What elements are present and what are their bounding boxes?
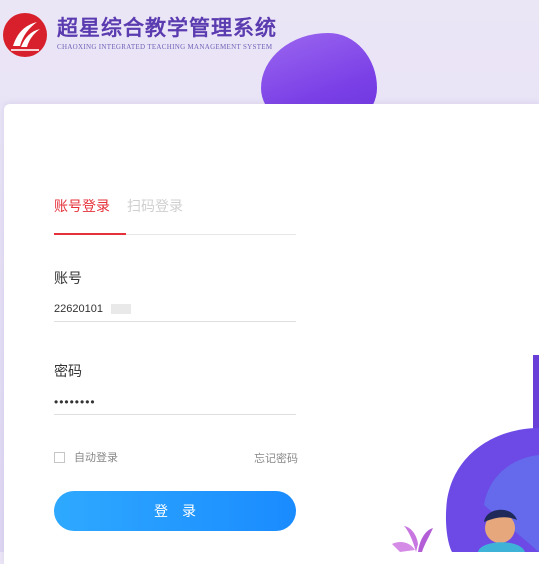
decorative-illustration bbox=[392, 355, 539, 552]
plant-decoration-icon bbox=[392, 526, 433, 552]
